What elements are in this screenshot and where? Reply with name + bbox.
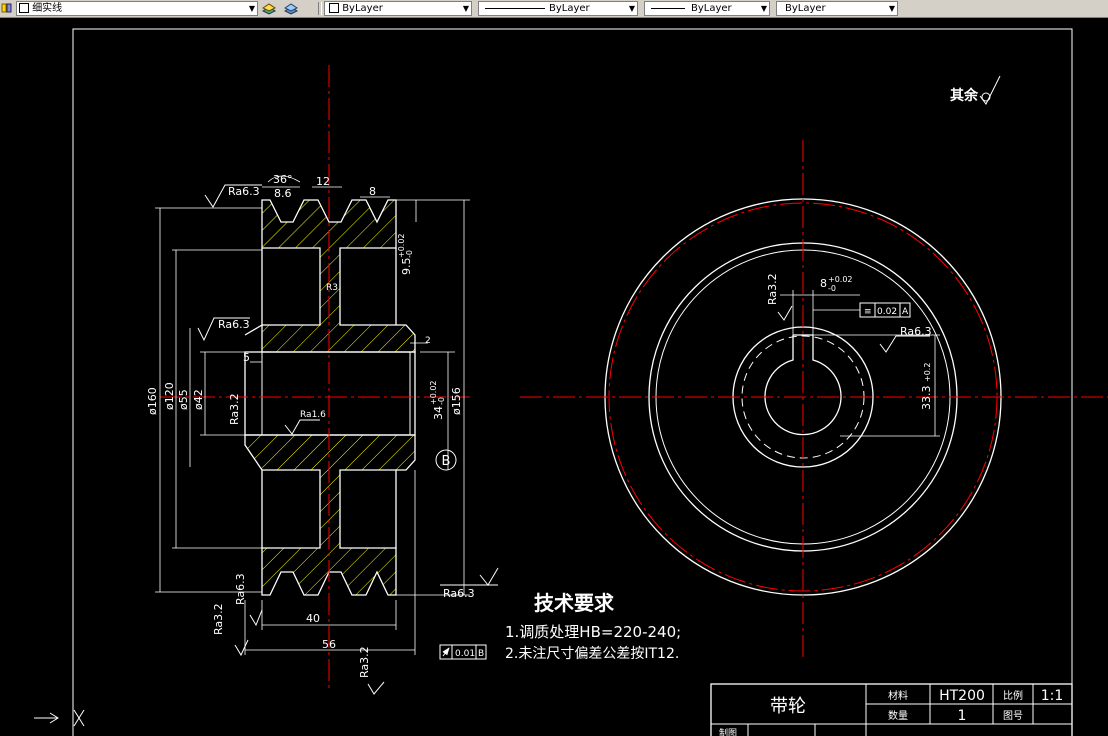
- drawing-canvas[interactable]: B 36° 8.6 12 8 Ra6.3 Ra6.3 Ra1.6 Ra6.3 5…: [0, 18, 1108, 736]
- roughness-label-bore-left: Ra3.2: [228, 393, 241, 425]
- surface-note-circle-icon: [981, 92, 991, 102]
- dim-key-depth-tol: +0.2: [923, 363, 932, 382]
- color-swatch-icon: [329, 3, 339, 13]
- roughness-label-top: Ra6.3: [228, 185, 260, 198]
- dim-length-40: 40: [306, 612, 320, 625]
- dim-dia-120: ø120: [163, 382, 176, 410]
- lineweight-sample-icon: [651, 8, 685, 9]
- layer-previous-icon[interactable]: [283, 1, 299, 16]
- dim-radius: R3: [326, 283, 338, 293]
- roughness-label-keyway: Ra3.2: [766, 273, 779, 305]
- title-material-value: HT200: [939, 688, 985, 704]
- lineweight-value: ByLayer: [691, 3, 732, 14]
- ucs-icon: [34, 709, 85, 727]
- tech-requirements-title: 技术要求: [534, 591, 615, 615]
- dim-angle: 36°: [273, 173, 293, 186]
- dim-pitch-12: 12: [316, 175, 330, 188]
- roughness-label-bottom: Ra3.2: [358, 646, 371, 678]
- title-drawing-no-label: 图号: [1003, 710, 1023, 722]
- layer-state-icon[interactable]: [0, 1, 16, 16]
- runout-datum: B: [478, 649, 484, 659]
- tech-requirement-1: 1.调质处理HB=220-240;: [505, 623, 681, 641]
- chevron-down-icon: ▼: [628, 4, 635, 13]
- dim-key-width-tol-dn: -0: [828, 284, 836, 293]
- roughness-label-end-view: Ra6.3: [900, 325, 932, 338]
- dim-dia-42: ø42: [192, 389, 205, 410]
- symmetry-datum: A: [902, 307, 909, 317]
- linetype-sample-icon: [485, 8, 545, 9]
- lower-hatch-region: [244, 434, 416, 596]
- make-layer-current-icon[interactable]: [261, 1, 277, 16]
- chevron-down-icon: ▼: [760, 4, 767, 13]
- linetype-dropdown[interactable]: ByLayer ▼: [478, 1, 638, 16]
- runout-value: 0.01: [455, 649, 475, 659]
- properties-toolbar: 细实线 ▼ ByLayer ▼ ByLayer ▼ ByLayer ▼ ByLa…: [0, 0, 1108, 18]
- title-part-name: 带轮: [770, 696, 806, 717]
- dim-length-56: 56: [322, 638, 336, 651]
- title-material-label: 材料: [888, 689, 908, 702]
- end-view: [520, 140, 1108, 660]
- linetype-value: ByLayer: [549, 3, 590, 14]
- layer-dropdown[interactable]: 细实线 ▼: [16, 1, 258, 16]
- dim-groove-depth: 9.5: [400, 258, 413, 276]
- chevron-down-icon: ▼: [462, 4, 469, 13]
- upper-hatch-region: [261, 199, 416, 353]
- roughness-label-face: Ra3.2: [212, 603, 225, 635]
- roughness-label-hub: Ra6.3: [218, 318, 250, 331]
- dim-groove-width: 8.6: [274, 187, 292, 200]
- dim-groove-depth-tol-dn: -0: [405, 250, 414, 258]
- color-dropdown[interactable]: ByLayer ▼: [324, 1, 472, 16]
- title-scale-label: 比例: [1003, 689, 1023, 702]
- dim-chamfer-2: 2: [425, 336, 431, 346]
- dim-key-width: 8: [820, 277, 827, 290]
- section-mark-label: B: [442, 454, 451, 469]
- section-view: [160, 65, 470, 690]
- title-drawn-label: 制图: [719, 727, 737, 736]
- toolbar-separator: [318, 2, 322, 15]
- bore-outline: [244, 351, 416, 436]
- title-qty-label: 数量: [888, 709, 908, 722]
- color-value: ByLayer: [342, 3, 383, 14]
- dim-chamfer-5: 5: [243, 351, 250, 364]
- dim-key-width-tol-up: +0.02: [828, 275, 853, 284]
- chevron-down-icon: ▼: [888, 4, 895, 13]
- plotstyle-dropdown[interactable]: ByLayer ▼: [776, 1, 898, 16]
- title-qty-value: 1: [958, 708, 967, 724]
- dim-dia-55: ø55: [177, 389, 190, 410]
- chevron-down-icon: ▼: [248, 4, 255, 13]
- roughness-label-right: Ra6.3: [443, 587, 475, 600]
- roughness-label-bottom-left: Ra6.3: [234, 573, 247, 605]
- frame-edge: [1060, 29, 1072, 736]
- title-scale-value: 1:1: [1041, 688, 1064, 704]
- plotstyle-value: ByLayer: [785, 3, 826, 14]
- dim-bore-34-tol-dn: -0: [437, 397, 446, 405]
- dim-dia-160: ø160: [146, 387, 159, 415]
- roughness-label-bore: Ra1.6: [300, 410, 326, 420]
- tech-requirement-2: 2.未注尺寸偏差公差按IT12.: [505, 646, 679, 662]
- layer-color-swatch-icon: [19, 3, 29, 13]
- dim-dia-156: ø156: [450, 387, 463, 415]
- dim-pitch-8: 8: [369, 185, 376, 198]
- symmetry-symbol: ≡: [864, 307, 872, 317]
- layer-name: 细实线: [32, 3, 63, 14]
- runout-tolerance-frame: 0.01 B: [439, 644, 487, 660]
- surface-note: 其余: [950, 87, 979, 104]
- dim-bore-34: 34: [432, 406, 445, 420]
- symmetry-value: 0.02: [877, 307, 897, 317]
- lineweight-dropdown[interactable]: ByLayer ▼: [644, 1, 770, 16]
- dim-key-depth: 33.3: [920, 386, 933, 411]
